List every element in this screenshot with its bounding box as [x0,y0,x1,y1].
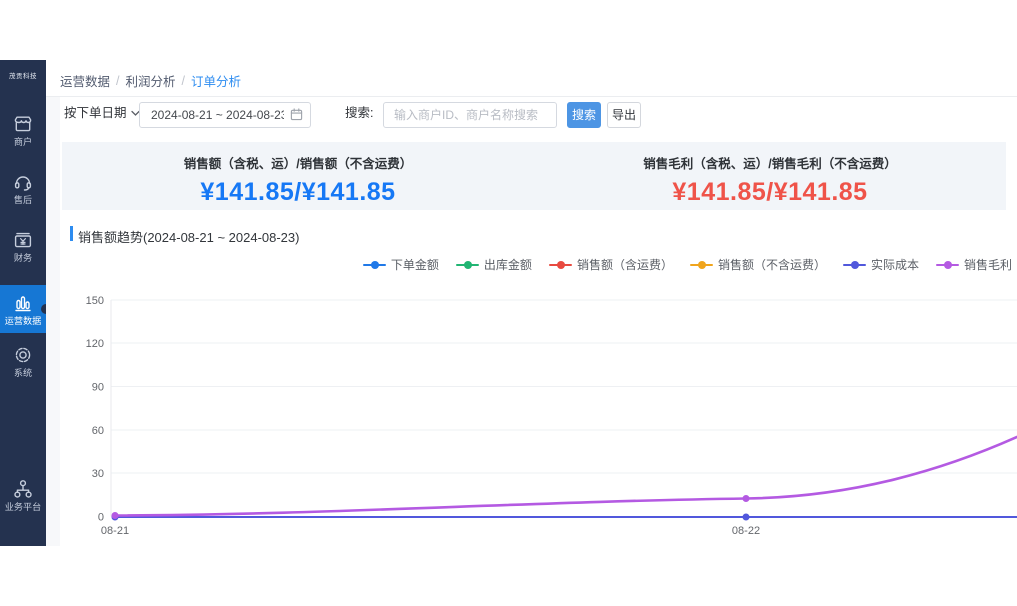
legend-marker [456,261,479,269]
filter-row: 按下单日期 搜索: 搜索 导出 [46,97,1017,133]
legend-item-gross-profit[interactable]: 销售毛利 [936,256,1012,273]
line-chart[interactable]: 0 30 60 90 120 150 08-21 08-22 [60,290,1017,546]
data-point-gross-profit-0821[interactable] [112,512,119,519]
legend-marker [936,261,959,269]
legend-marker [843,261,866,269]
legend-label: 下单金额 [391,256,439,273]
sidebar-item-label: 售后 [1,195,45,207]
legend-label: 销售额（不含运费） [718,256,826,273]
data-point-actual-cost-0822[interactable] [743,514,750,521]
topbar: 运营数据 / 利润分析 / 订单分析 [46,60,1017,97]
gear-icon [0,343,46,367]
sidebar-item-label: 系统 [1,368,45,380]
sidebar: 茂贡科技 商户 售后 [0,60,46,546]
chart-legend: 下单金额 出库金额 销售额（含运费） 销售额（不含运费） 实际成本 [363,256,1012,273]
legend-item-order-amount[interactable]: 下单金额 [363,256,439,273]
legend-marker [363,261,386,269]
sidebar-item-finance[interactable]: 财务 [0,228,46,265]
y-tick: 90 [92,382,104,394]
breadcrumb-separator: / [182,74,185,88]
section-title: 销售额趋势(2024-08-21 ~ 2024-08-23) [78,227,299,246]
headset-icon [0,170,46,194]
series-line-gross-profit[interactable] [115,437,1017,516]
sidebar-item-merchant[interactable]: 商户 [0,112,46,149]
y-tick: 0 [98,512,104,524]
legend-item-actual-cost[interactable]: 实际成本 [843,256,919,273]
left-gutter [46,97,60,546]
stat-gross-profit: 销售毛利（含税、运）/销售毛利（不含运费） ¥141.85/¥141.85 [534,142,1006,210]
bar-chart-icon [0,291,46,315]
breadcrumb: 运营数据 / 利润分析 / 订单分析 [60,71,241,90]
search-label: 搜索: [345,105,373,121]
sidebar-item-label: 财务 [1,253,45,265]
app-window: 茂贡科技 商户 售后 [0,0,1017,606]
sitemap-icon [0,477,46,501]
search-input[interactable] [383,102,557,128]
stat-sales-amount: 销售额（含税、运）/销售额（不含运费） ¥141.85/¥141.85 [62,142,534,210]
sidebar-item-label: 业务平台 [1,502,45,514]
y-tick: 150 [86,295,104,307]
sidebar-item-label: 运营数据 [1,316,45,328]
sidebar-item-label: 商户 [1,137,45,149]
sidebar-item-aftersales[interactable]: 售后 [0,170,46,207]
search-button[interactable]: 搜索 [567,102,601,128]
legend-label: 出库金额 [484,256,532,273]
legend-label: 销售毛利 [964,256,1012,273]
sidebar-item-system[interactable]: 系统 [0,343,46,380]
logo: 茂贡科技 [0,70,46,80]
sidebar-item-business-platform[interactable]: 业务平台 [0,477,46,514]
main-content: 按下单日期 搜索: 搜索 导出 销售额（含税、运）/销售额（不含运费） ¥141… [46,97,1017,546]
x-tick: 08-21 [101,525,129,537]
breadcrumb-item[interactable]: 运营数据 [60,75,110,89]
export-button[interactable]: 导出 [607,102,641,128]
date-range-input[interactable] [139,102,311,128]
section-accent-bar [70,226,73,241]
legend-label: 销售额（含运费） [577,256,673,273]
legend-marker [549,261,572,269]
sidebar-item-operations-data[interactable]: 运营数据 [0,285,46,333]
breadcrumb-item[interactable]: 利润分析 [126,75,176,89]
data-point-gross-profit-0822[interactable] [743,495,750,502]
stat-label: 销售额（含税、运）/销售额（不含运费） [62,153,534,172]
sales-trend-card: 销售额趋势(2024-08-21 ~ 2024-08-23) 下单金额 出库金额… [62,222,1017,546]
storefront-icon [0,112,46,136]
legend-item-outbound-amount[interactable]: 出库金额 [456,256,532,273]
y-tick: 60 [92,425,104,437]
legend-label: 实际成本 [871,256,919,273]
stat-label: 销售毛利（含税、运）/销售毛利（不含运费） [534,153,1006,172]
cash-box-icon [0,228,46,252]
calendar-icon[interactable] [290,108,303,126]
legend-item-sales-incl-shipping[interactable]: 销售额（含运费） [549,256,673,273]
stat-value: ¥141.85/¥141.85 [62,178,534,207]
stats-panel: 销售额（含税、运）/销售额（不含运费） ¥141.85/¥141.85 销售毛利… [62,142,1006,210]
y-tick: 120 [86,338,104,350]
date-type-label: 按下单日期 [64,106,127,120]
date-type-selector[interactable]: 按下单日期 [64,105,140,121]
breadcrumb-item-current: 订单分析 [191,75,241,89]
stat-value: ¥141.85/¥141.85 [534,178,1006,207]
x-tick: 08-22 [732,525,760,537]
breadcrumb-separator: / [116,74,119,88]
y-tick: 30 [92,468,104,480]
legend-marker [690,261,713,269]
legend-item-sales-excl-shipping[interactable]: 销售额（不含运费） [690,256,826,273]
